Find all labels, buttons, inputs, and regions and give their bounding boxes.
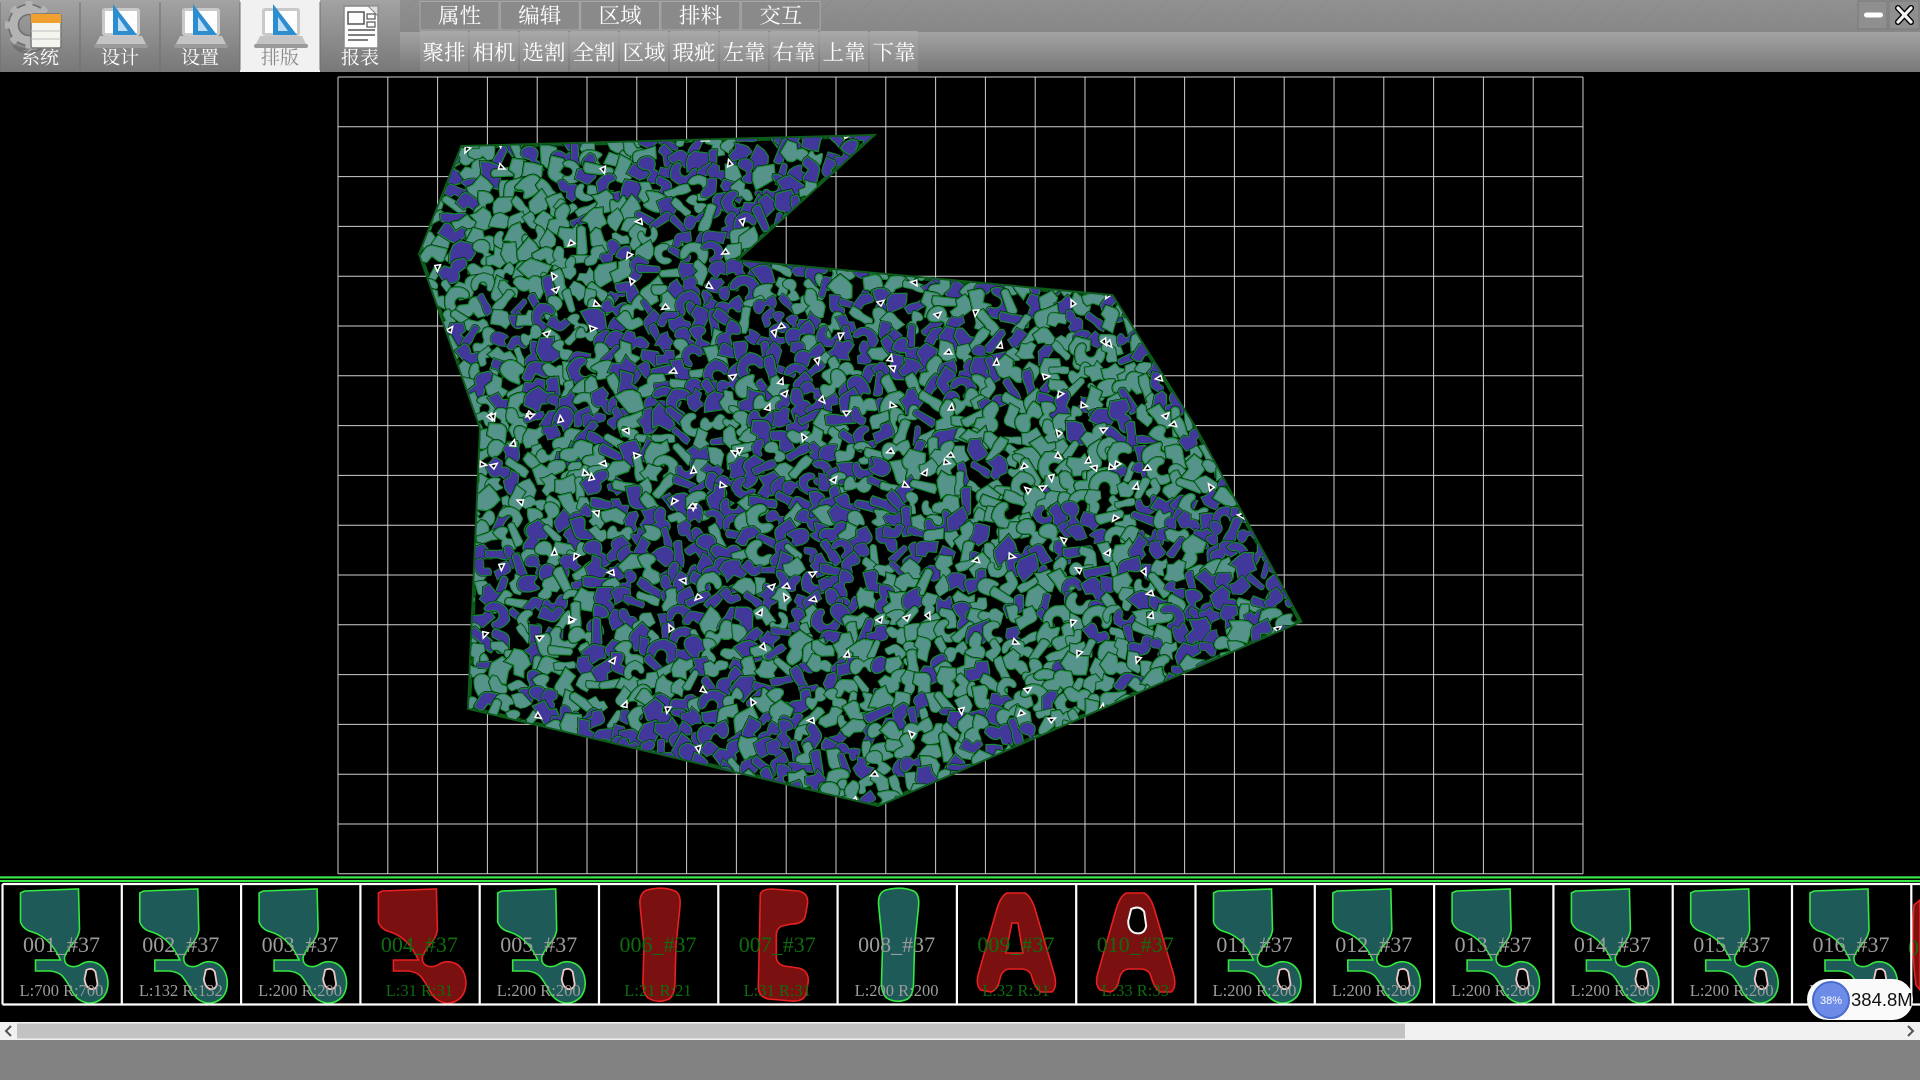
svg-text:38%: 38% bbox=[1820, 995, 1842, 1007]
svg-text:015_#37: 015_#37 bbox=[1693, 932, 1770, 957]
svg-text:013_#37: 013_#37 bbox=[1455, 932, 1532, 957]
svg-text:L:32 R:31: L:32 R:31 bbox=[982, 981, 1049, 1000]
svg-text:001_#37: 001_#37 bbox=[23, 932, 100, 957]
svg-text:008_#37: 008_#37 bbox=[858, 932, 935, 957]
svg-text:L:200 R:200: L:200 R:200 bbox=[1332, 981, 1416, 1000]
svg-text:007_#37: 007_#37 bbox=[739, 932, 816, 957]
svg-text:聚排: 聚排 bbox=[422, 36, 465, 67]
svg-text:009_#37: 009_#37 bbox=[977, 932, 1054, 957]
svg-text:016_#37: 016_#37 bbox=[1813, 932, 1890, 957]
svg-text:区域: 区域 bbox=[599, 0, 642, 30]
svg-text:L:31 R:31: L:31 R:31 bbox=[744, 981, 811, 1000]
svg-text:交互: 交互 bbox=[759, 0, 802, 30]
svg-text:005_#37: 005_#37 bbox=[500, 932, 577, 957]
svg-text:L:700 R:700: L:700 R:700 bbox=[20, 981, 104, 1000]
svg-text:003_#37: 003_#37 bbox=[262, 932, 339, 957]
svg-text:L:200 R:200: L:200 R:200 bbox=[497, 981, 581, 1000]
svg-text:011_#37: 011_#37 bbox=[1216, 932, 1292, 957]
svg-text:左靠: 左靠 bbox=[722, 36, 765, 67]
svg-text:002_#37: 002_#37 bbox=[142, 932, 219, 957]
svg-text:0: 0 bbox=[1908, 935, 1919, 960]
svg-text:排料: 排料 bbox=[679, 0, 723, 30]
svg-text:L:200 R:200: L:200 R:200 bbox=[1570, 981, 1654, 1000]
svg-text:L:31 R:31: L:31 R:31 bbox=[386, 981, 453, 1000]
svg-text:010_#37: 010_#37 bbox=[1097, 932, 1174, 957]
svg-text:瑕疵: 瑕疵 bbox=[672, 36, 715, 67]
svg-text:L:200 R:200: L:200 R:200 bbox=[1213, 981, 1297, 1000]
svg-text:L:132 R:132: L:132 R:132 bbox=[139, 981, 223, 1000]
svg-text:上靠: 上靠 bbox=[822, 36, 865, 67]
svg-text:下靠: 下靠 bbox=[872, 36, 915, 67]
svg-text:384.8M: 384.8M bbox=[1851, 989, 1913, 1010]
svg-text:004_#37: 004_#37 bbox=[381, 932, 458, 957]
svg-text:相机: 相机 bbox=[472, 36, 515, 67]
svg-text:012_#37: 012_#37 bbox=[1335, 932, 1412, 957]
svg-text:L:200 R:200: L:200 R:200 bbox=[1690, 981, 1774, 1000]
svg-text:L:21 R:21: L:21 R:21 bbox=[624, 981, 691, 1000]
svg-text:014_#37: 014_#37 bbox=[1574, 932, 1651, 957]
svg-text:选割: 选割 bbox=[522, 36, 565, 67]
svg-text:编辑: 编辑 bbox=[518, 0, 561, 30]
svg-text:属性: 属性 bbox=[438, 0, 481, 30]
svg-text:区域: 区域 bbox=[622, 36, 665, 67]
svg-text:L:200 R:200: L:200 R:200 bbox=[258, 981, 342, 1000]
svg-text:L:200 R:200: L:200 R:200 bbox=[1451, 981, 1535, 1000]
svg-text:右靠: 右靠 bbox=[772, 36, 815, 67]
svg-text:L:200 R:200: L:200 R:200 bbox=[855, 981, 939, 1000]
svg-text:L:33 R:33: L:33 R:33 bbox=[1102, 981, 1169, 1000]
svg-text:006_#37: 006_#37 bbox=[620, 932, 697, 957]
svg-text:全割: 全割 bbox=[572, 36, 615, 67]
